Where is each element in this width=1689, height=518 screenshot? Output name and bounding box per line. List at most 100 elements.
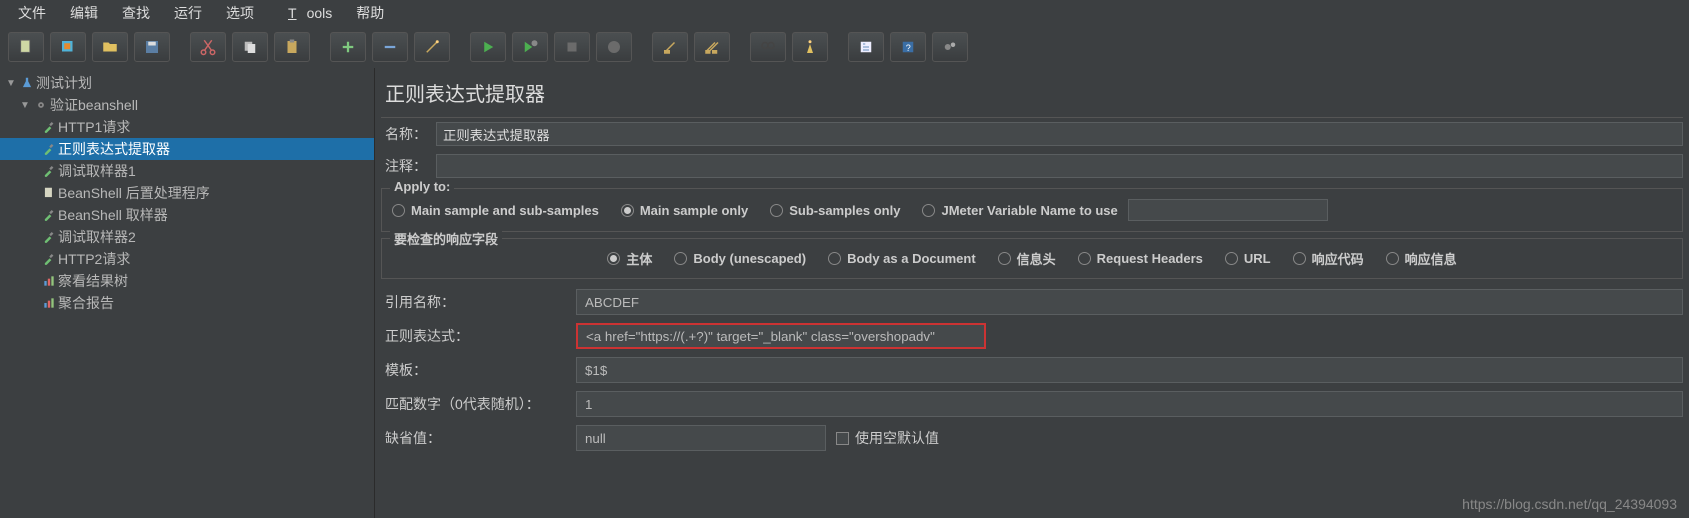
field-req-headers[interactable]: Request Headers: [1078, 251, 1203, 266]
tb-cut-icon[interactable]: [190, 32, 226, 62]
comment-input[interactable]: [436, 154, 1683, 178]
menu-tools[interactable]: Tools: [268, 3, 342, 23]
tb-shutdown-icon[interactable]: [596, 32, 632, 62]
template-input[interactable]: [576, 357, 1683, 383]
apply-sub-only[interactable]: Sub-samples only: [770, 203, 900, 218]
apply-to-group: Apply to: Main sample and sub-samples Ma…: [381, 188, 1683, 232]
watermark: https://blog.csdn.net/qq_24394093: [1462, 496, 1677, 512]
field-headers[interactable]: 信息头: [998, 249, 1056, 268]
pipette-icon: [40, 230, 58, 244]
tb-gears-icon[interactable]: [932, 32, 968, 62]
name-label: 名称：: [381, 124, 436, 144]
tree-item-label: 调试取样器2: [58, 227, 136, 247]
chart-icon: [40, 296, 58, 310]
tree-thread[interactable]: ▼ 验证beanshell: [0, 94, 374, 116]
tb-templates-icon[interactable]: [50, 32, 86, 62]
tree-item[interactable]: 察看结果树: [0, 270, 374, 292]
chart-icon: [40, 274, 58, 288]
tree-root[interactable]: ▼ 测试计划: [0, 72, 374, 94]
template-label: 模板：: [381, 360, 576, 380]
tb-run-icon[interactable]: [470, 32, 506, 62]
field-body-doc[interactable]: Body as a Document: [828, 251, 976, 266]
field-msg[interactable]: 响应信息: [1386, 249, 1457, 268]
tb-clear-all-icon[interactable]: [694, 32, 730, 62]
tree-item[interactable]: 调试取样器2: [0, 226, 374, 248]
response-field-group: 要检查的响应字段 主体 Body (unescaped) Body as a D…: [381, 238, 1683, 279]
tree-item[interactable]: BeanShell 后置处理程序: [0, 182, 374, 204]
tree-item[interactable]: HTTP2请求: [0, 248, 374, 270]
tb-search-icon[interactable]: [750, 32, 786, 62]
tree-thread-label: 验证beanshell: [50, 95, 138, 115]
menu-edit[interactable]: 编辑: [60, 1, 108, 25]
tb-function-helper-icon[interactable]: [848, 32, 884, 62]
field-body[interactable]: 主体: [607, 249, 652, 268]
tb-open-icon[interactable]: [92, 32, 128, 62]
tree-item-label: 察看结果树: [58, 271, 128, 291]
menu-help[interactable]: 帮助: [346, 1, 394, 25]
toolbar: ?: [0, 26, 1689, 68]
doc-icon: [40, 186, 58, 200]
tb-reset-search-icon[interactable]: [792, 32, 828, 62]
match-label: 匹配数字（0代表随机）：: [381, 394, 576, 414]
tree-item-label: HTTP1请求: [58, 117, 130, 137]
panel-title: 正则表达式提取器: [381, 72, 1683, 118]
name-input[interactable]: [436, 122, 1683, 146]
tree-item[interactable]: BeanShell 取样器: [0, 204, 374, 226]
menu-find[interactable]: 查找: [112, 1, 160, 25]
menubar: 文件 编辑 查找 运行 选项 Tools 帮助: [0, 0, 1689, 26]
tree-item[interactable]: 正则表达式提取器: [0, 138, 374, 160]
tree-item-label: BeanShell 后置处理程序: [58, 183, 210, 203]
use-empty-checkbox[interactable]: 使用空默认值: [836, 428, 939, 448]
pipette-icon: [40, 208, 58, 222]
pipette-icon: [40, 142, 58, 156]
apply-main-only[interactable]: Main sample only: [621, 203, 748, 218]
tb-paste-icon[interactable]: [274, 32, 310, 62]
content-panel: 正则表达式提取器 名称： 注释： Apply to: Main sample a…: [375, 68, 1689, 518]
pipette-icon: [40, 164, 58, 178]
menu-options[interactable]: 选项: [216, 1, 264, 25]
menu-file[interactable]: 文件: [8, 1, 56, 25]
tb-stop-icon[interactable]: [554, 32, 590, 62]
menu-run[interactable]: 运行: [164, 1, 212, 25]
tb-wand-icon[interactable]: [414, 32, 450, 62]
jvar-input[interactable]: [1128, 199, 1328, 221]
tb-save-icon[interactable]: [134, 32, 170, 62]
refname-label: 引用名称：: [381, 292, 576, 312]
field-url[interactable]: URL: [1225, 251, 1271, 266]
response-field-legend: 要检查的响应字段: [390, 229, 502, 248]
tb-help-icon[interactable]: ?: [890, 32, 926, 62]
tree-item-label: 聚合报告: [58, 293, 114, 313]
tb-new-icon[interactable]: [8, 32, 44, 62]
tree-item-label: 调试取样器1: [58, 161, 136, 181]
tree-item[interactable]: HTTP1请求: [0, 116, 374, 138]
field-code[interactable]: 响应代码: [1293, 249, 1364, 268]
tree-item-label: 正则表达式提取器: [58, 139, 170, 159]
tb-clear-icon[interactable]: [652, 32, 688, 62]
tree-item-label: BeanShell 取样器: [58, 205, 168, 225]
regex-input[interactable]: [576, 323, 986, 349]
tb-minus-icon[interactable]: [372, 32, 408, 62]
default-label: 缺省值：: [381, 428, 576, 448]
field-body-unescaped[interactable]: Body (unescaped): [674, 251, 806, 266]
pipette-icon: [40, 120, 58, 134]
default-input[interactable]: [576, 425, 826, 451]
svg-text:?: ?: [906, 43, 911, 53]
tree-item-label: HTTP2请求: [58, 249, 130, 269]
gear-icon: [32, 98, 50, 112]
apply-main-sub[interactable]: Main sample and sub-samples: [392, 203, 599, 218]
pipette-icon: [40, 252, 58, 266]
flask-icon: [18, 76, 36, 90]
match-input[interactable]: [576, 391, 1683, 417]
tree-item[interactable]: 聚合报告: [0, 292, 374, 314]
tree-item[interactable]: 调试取样器1: [0, 160, 374, 182]
apply-jvar[interactable]: JMeter Variable Name to use: [922, 199, 1327, 221]
tb-run-notimer-icon[interactable]: [512, 32, 548, 62]
tree-panel: ▼ 测试计划 ▼ 验证beanshell HTTP1请求正则表达式提取器调试取样…: [0, 68, 375, 518]
apply-to-legend: Apply to:: [390, 179, 454, 194]
refname-input[interactable]: [576, 289, 1683, 315]
regex-label: 正则表达式：: [381, 326, 576, 346]
tree-root-label: 测试计划: [36, 73, 92, 93]
tb-plus-icon[interactable]: [330, 32, 366, 62]
tb-copy-icon[interactable]: [232, 32, 268, 62]
comment-label: 注释：: [381, 156, 436, 176]
